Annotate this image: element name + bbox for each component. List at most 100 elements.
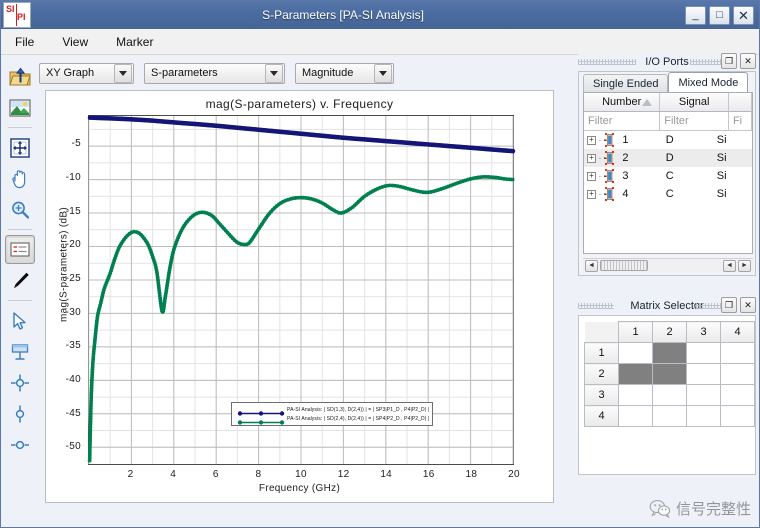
matrix-cell[interactable] (653, 406, 687, 427)
matrix-cell[interactable] (721, 406, 755, 427)
title-bar: SI PI S-Parameters [PA-SI Analysis] _ □ … (1, 1, 759, 29)
export-image-icon[interactable] (5, 93, 35, 122)
matrix-selector-panel: Matrix Selector ❐ ✕ 12341234 (578, 297, 756, 475)
matrix-float-icon[interactable]: ❐ (721, 297, 737, 313)
matrix-cell[interactable] (619, 343, 653, 364)
matrix-cell[interactable] (687, 364, 721, 385)
legend-label-series-2: PA-SI Analysis: | SD(2,4), D(2,4)) | = |… (287, 416, 429, 422)
matrix-cell[interactable] (687, 385, 721, 406)
scroll-left-icon[interactable]: ◄ (585, 260, 598, 272)
matrix-cell[interactable] (687, 343, 721, 364)
window-controls: _ □ ✕ (685, 6, 754, 25)
matrix-row-header[interactable]: 4 (585, 406, 619, 427)
matrix-cell[interactable] (653, 385, 687, 406)
matrix-cell[interactable] (721, 385, 755, 406)
table-row[interactable]: +··2DSi (584, 149, 752, 167)
horizontal-marker-icon[interactable] (5, 430, 35, 459)
matrix-row-header[interactable]: 1 (585, 343, 619, 364)
matrix-cell[interactable] (619, 364, 653, 385)
select-arrow-icon[interactable] (5, 306, 35, 335)
column-header-si[interactable] (729, 93, 752, 112)
matrix-cell[interactable] (721, 343, 755, 364)
column-header-signal[interactable]: Signal (660, 93, 729, 112)
x-tick-label: 10 (289, 469, 313, 480)
port-icon (603, 150, 616, 166)
filter-signal[interactable]: Filter (660, 112, 729, 131)
matrix-cell[interactable] (619, 406, 653, 427)
open-folder-icon[interactable] (5, 62, 35, 91)
filter-number[interactable]: Filter (584, 112, 660, 131)
matrix-row-header[interactable]: 2 (585, 364, 619, 385)
io-ports-hscrollbar[interactable]: ◄ ◄ ► (583, 258, 753, 272)
io-ports-close-icon[interactable]: ✕ (740, 53, 756, 69)
expand-node-icon[interactable]: + (587, 136, 596, 145)
port-icon (603, 132, 616, 148)
y-tick-label: -15 (41, 206, 81, 217)
data-type-dropdown[interactable]: S-parameters (144, 63, 285, 84)
crosshair-marker-icon[interactable] (5, 368, 35, 397)
legend-swatch-series-2 (235, 414, 287, 423)
matrix-col-header[interactable]: 2 (653, 322, 687, 343)
matrix-cell[interactable] (687, 406, 721, 427)
matrix-cell[interactable] (619, 385, 653, 406)
chart-legend[interactable]: PA-SI Analysis: | SD(1,3), D(2,4)) | = |… (231, 402, 433, 426)
tab-single-ended[interactable]: Single Ended (583, 74, 668, 92)
panel-grip-left[interactable] (578, 59, 636, 65)
graph-type-value: XY Graph (40, 67, 114, 79)
y-tick-label: -5 (41, 138, 81, 149)
chevron-down-icon[interactable] (374, 64, 392, 83)
graph-type-dropdown[interactable]: XY Graph (39, 63, 134, 84)
column-header-number[interactable]: Number (584, 93, 660, 112)
expand-node-icon[interactable]: + (587, 154, 596, 163)
matrix-col-header[interactable]: 4 (721, 322, 755, 343)
left-toolbar (2, 56, 38, 476)
label-box-icon[interactable] (5, 337, 35, 366)
zoom-magnifier-icon[interactable] (5, 195, 35, 224)
scroll-page-left-icon[interactable]: ◄ (723, 260, 736, 272)
io-ports-panel: I/O Ports ❐ ✕ Single Ended Mixed Mode Nu… (578, 53, 756, 276)
y-tick-label: -20 (41, 239, 81, 250)
chevron-down-icon[interactable] (114, 64, 132, 83)
vertical-marker-icon[interactable] (5, 399, 35, 428)
menu-file[interactable]: File (11, 33, 38, 51)
menu-view[interactable]: View (58, 33, 92, 51)
x-axis-label: Frequency (GHz) (46, 483, 553, 494)
minimize-button[interactable]: _ (685, 6, 706, 25)
matrix-cell[interactable] (653, 343, 687, 364)
tab-mixed-mode[interactable]: Mixed Mode (668, 72, 748, 92)
hand-pan-icon[interactable] (5, 164, 35, 193)
matrix-grid[interactable]: 12341234 (584, 321, 755, 427)
application-window: SI PI S-Parameters [PA-SI Analysis] _ □ … (0, 0, 760, 528)
scroll-right-icon[interactable]: ► (738, 260, 751, 272)
pan-grid-icon[interactable] (5, 133, 35, 162)
matrix-cell[interactable] (653, 364, 687, 385)
table-row[interactable]: +··1DSi (584, 131, 752, 149)
menu-marker[interactable]: Marker (112, 33, 157, 51)
matrix-close-icon[interactable]: ✕ (740, 297, 756, 313)
table-row[interactable]: +··4CSi (584, 185, 752, 203)
filter-si[interactable]: Fi (729, 112, 752, 131)
io-ports-float-icon[interactable]: ❐ (721, 53, 737, 69)
format-dropdown[interactable]: Magnitude (295, 63, 394, 84)
matrix-col-header[interactable]: 3 (687, 322, 721, 343)
expand-node-icon[interactable]: + (587, 190, 596, 199)
scroll-thumb[interactable] (600, 260, 648, 271)
table-row[interactable]: +··3CSi (584, 167, 752, 185)
maximize-button[interactable]: □ (709, 6, 730, 25)
matrix-cell[interactable] (721, 364, 755, 385)
tree-connector: ·· (598, 154, 601, 163)
rail-divider (8, 300, 32, 301)
pen-annotate-icon[interactable] (5, 266, 35, 295)
io-ports-grid: Number Signal Filter Filter Fi +··1DSi+·… (583, 92, 753, 254)
chevron-down-icon[interactable] (265, 64, 283, 83)
x-tick-label: 18 (459, 469, 483, 480)
expand-node-icon[interactable]: + (587, 172, 596, 181)
close-button[interactable]: ✕ (733, 6, 754, 25)
legend-toggle-icon[interactable] (5, 235, 35, 264)
matrix-header-row: 1234 (585, 322, 755, 343)
wechat-icon (649, 499, 671, 518)
panel-grip-left[interactable] (578, 303, 614, 309)
cell-number: +··4 (584, 186, 648, 202)
matrix-col-header[interactable]: 1 (619, 322, 653, 343)
matrix-row-header[interactable]: 3 (585, 385, 619, 406)
